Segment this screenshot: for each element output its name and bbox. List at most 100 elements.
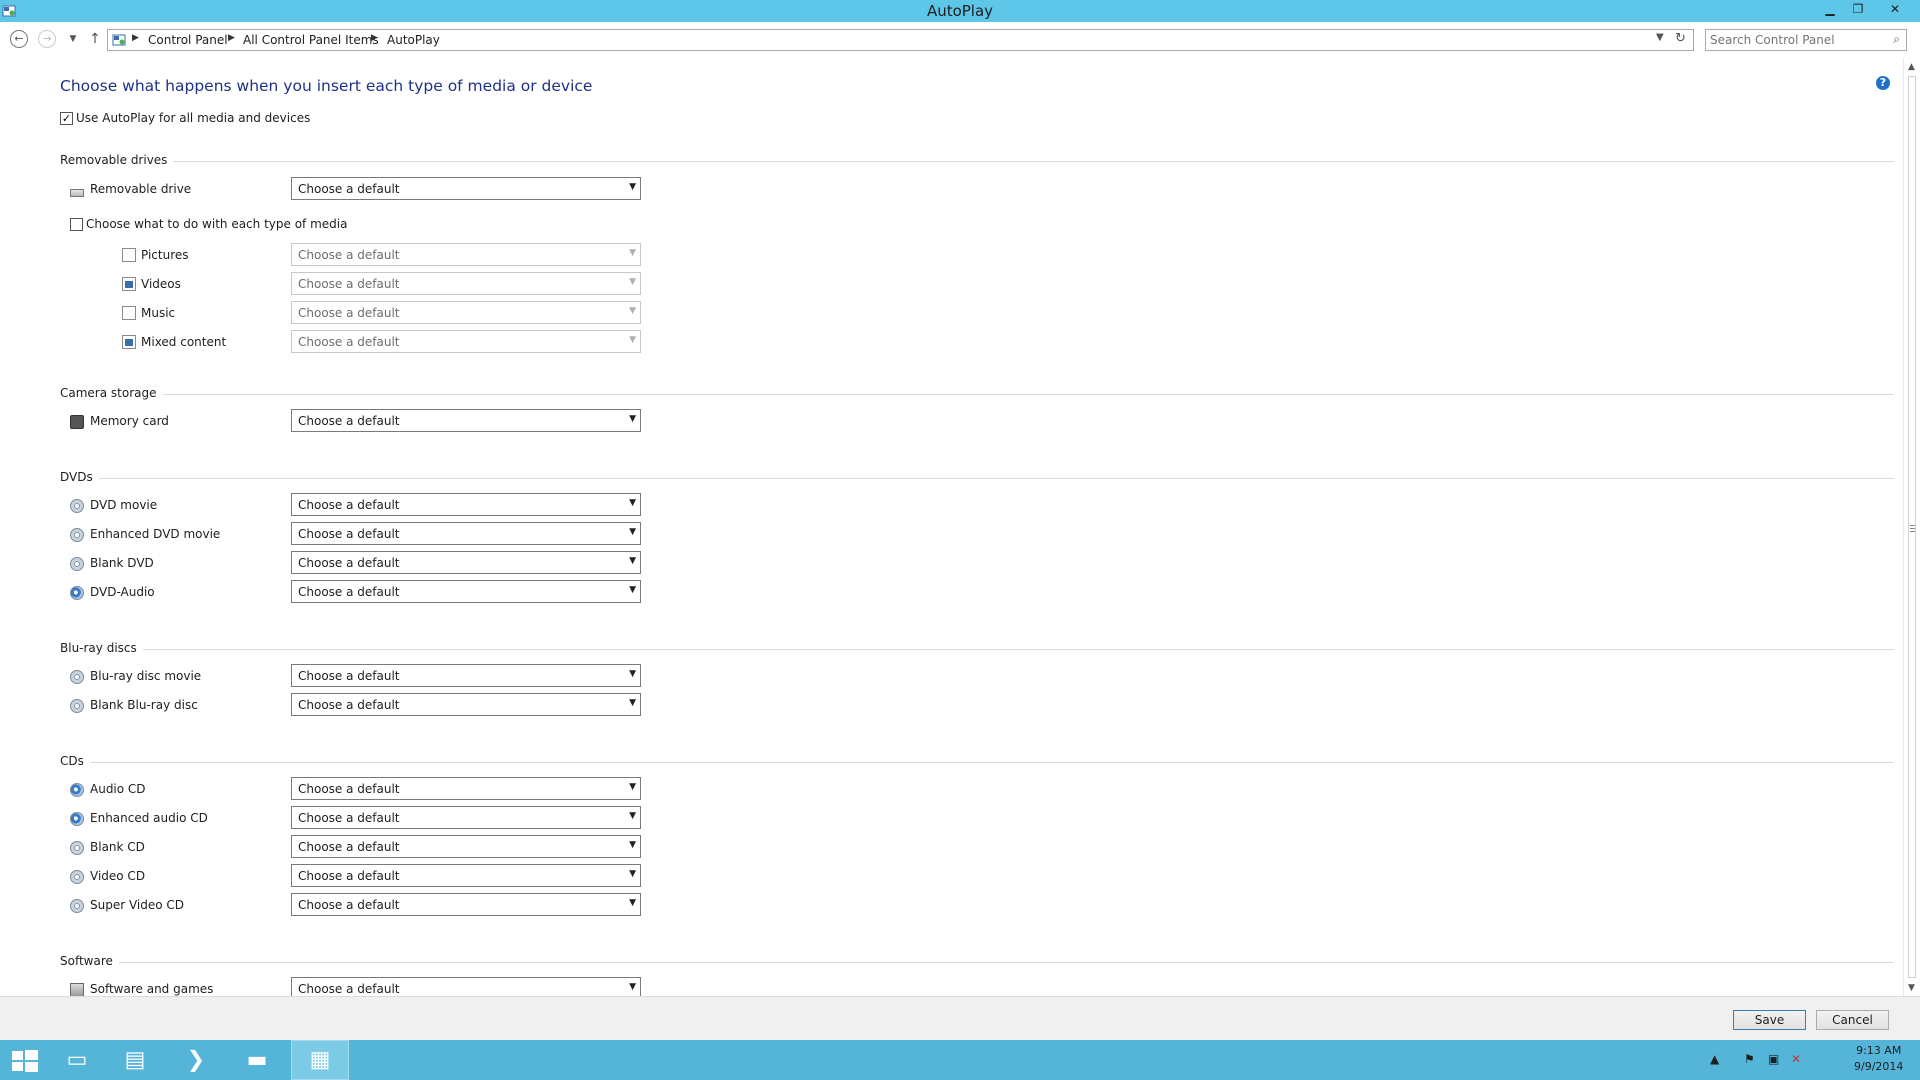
section-divider [60,394,1894,395]
windows-logo-icon [12,1050,38,1072]
bluray-movie-select[interactable]: Choose a default ▼ [291,664,641,687]
scroll-up-arrow-icon[interactable]: ▲ [1908,62,1915,72]
minimize-button[interactable]: ▁ [1817,0,1843,18]
section-divider [60,478,1894,479]
section-header-camera: Camera storage [60,386,163,400]
close-button[interactable]: ✕ [1880,0,1910,18]
section-divider [60,649,1894,650]
dvd-movie-select[interactable]: Choose a default ▼ [291,493,641,516]
videos-select[interactable]: Choose a default ▼ [291,272,641,295]
section-header-bluray: Blu-ray discs [60,641,143,655]
use-autoplay-label[interactable]: Use AutoPlay for all media and devices [76,111,310,125]
taskbar-server-manager[interactable]: ▤ [106,1040,164,1080]
restore-button[interactable]: ❐ [1845,0,1871,18]
section-header-removable: Removable drives [60,153,174,167]
chevron-down-icon: ▼ [629,248,636,258]
refresh-icon[interactable]: ↻ [1675,31,1686,46]
taskbar-task-view[interactable]: ▭ [48,1040,106,1080]
chevron-down-icon: ▼ [629,698,636,708]
taskbar-control-panel[interactable]: ▦ [291,1040,349,1080]
chevron-down-icon: ▼ [629,585,636,595]
blank-cd-select[interactable]: Choose a default ▼ [291,835,641,858]
dvd-movie-label: DVD movie [90,498,158,512]
music-label: Music [141,306,176,320]
pictures-label: Pictures [141,248,189,262]
taskbar-powershell[interactable]: ❯ [167,1040,225,1080]
memory-card-select[interactable]: Choose a default ▼ [291,409,641,432]
blank-bluray-select[interactable]: Choose a default ▼ [291,693,641,716]
pictures-select[interactable]: Choose a default ▼ [291,243,641,266]
chevron-down-icon: ▼ [629,811,636,821]
taskbar-file-explorer[interactable]: ▬ [228,1040,286,1080]
chevron-down-icon: ▼ [629,669,636,679]
cancel-button[interactable]: Cancel [1816,1010,1889,1030]
mixed-content-select[interactable]: Choose a default ▼ [291,330,641,353]
dvd-audio-label: DVD-Audio [90,585,155,599]
action-center-flag-icon[interactable]: ⚑ [1744,1052,1755,1066]
blank-dvd-label: Blank DVD [90,556,154,570]
video-cd-select[interactable]: Choose a default ▼ [291,864,641,887]
software-games-icon [70,983,84,996]
system-clock[interactable]: 9:13 AM 9/9/2014 [1854,1043,1903,1075]
address-bar[interactable]: ▶ Control Panel ▶ All Control Panel Item… [107,29,1694,51]
section-divider [60,762,1894,763]
super-video-cd-select[interactable]: Choose a default ▼ [291,893,641,916]
dialog-footer: Save Cancel [0,996,1920,1040]
recent-locations-chevron-icon[interactable]: ▼ [64,30,82,48]
breadcrumb-separator-icon[interactable]: ▶ [132,33,139,43]
enhanced-audio-cd-label: Enhanced audio CD [90,811,208,825]
music-note-icon [122,306,136,320]
windows-explorer-icon: ▭ [66,1047,88,1073]
section-divider [60,962,1894,963]
removable-drive-select[interactable]: Choose a default ▼ [291,177,641,200]
chevron-down-icon: ▼ [629,840,636,850]
taskbar: ▭ ▤ ❯ ▬ ▦ ▲ ⚑ ▣ ✕ 9:13 AM 9/9/2014 [0,1040,1920,1080]
chevron-down-icon: ▼ [629,782,636,792]
folder-icon: ▬ [246,1047,268,1073]
control-panel-icon [112,34,126,46]
save-button[interactable]: Save [1733,1010,1806,1030]
search-box[interactable]: ⌕ [1705,29,1907,51]
volume-muted-icon[interactable]: ✕ [1791,1052,1801,1066]
use-autoplay-checkbox[interactable]: ✓ [60,112,73,125]
dvd-audio-select[interactable]: Choose a default ▼ [291,580,641,603]
clock-time: 9:13 AM [1856,1044,1902,1057]
search-icon[interactable]: ⌕ [1893,32,1900,47]
blank-bluray-label: Blank Blu-ray disc [90,698,198,712]
up-arrow-icon[interactable]: ↑ [86,30,104,48]
forward-arrow-icon[interactable]: → [38,30,56,48]
scroll-down-arrow-icon[interactable]: ▼ [1908,983,1915,993]
scroll-thumb[interactable] [1908,76,1916,978]
chevron-down-icon: ▼ [629,869,636,879]
enhanced-dvd-movie-label: Enhanced DVD movie [90,527,221,541]
breadcrumb-control-panel[interactable]: Control Panel [148,33,228,47]
mixed-content-icon [122,335,136,349]
enhanced-dvd-movie-select[interactable]: Choose a default ▼ [291,522,641,545]
breadcrumb-separator-icon[interactable]: ▶ [371,33,378,43]
breadcrumb-separator-icon[interactable]: ▶ [228,33,235,43]
navigation-bar: ← → ▼ ↑ ▶ Control Panel ▶ All Control Pa… [0,26,1920,56]
memory-card-label: Memory card [90,414,169,428]
network-icon[interactable]: ▣ [1768,1052,1779,1066]
enhanced-audio-cd-select[interactable]: Choose a default ▼ [291,806,641,829]
vertical-scrollbar[interactable]: ▲ ▼ [1903,58,1920,996]
breadcrumb-all-items[interactable]: All Control Panel Items [243,33,379,47]
main-content: Choose what happens when you insert each… [0,58,1902,996]
blank-dvd-select[interactable]: Choose a default ▼ [291,551,641,574]
page-title: Choose what happens when you insert each… [60,77,593,95]
music-select[interactable]: Choose a default ▼ [291,301,641,324]
help-icon[interactable]: ? [1876,76,1890,90]
per-media-label[interactable]: Choose what to do with each type of medi… [86,217,347,231]
breadcrumb-autoplay[interactable]: AutoPlay [387,33,440,47]
blank-bluray-disc-icon [70,699,84,713]
software-games-select[interactable]: Choose a default ▼ [291,977,641,996]
search-input[interactable] [1710,32,1880,48]
address-dropdown-chevron-icon[interactable]: ▼ [1656,32,1664,43]
per-media-checkbox[interactable] [70,218,83,231]
enhanced-audio-cd-disc-icon [70,812,84,826]
notification-icon[interactable]: ▲ [1710,1052,1719,1066]
dvd-disc-icon [70,528,84,542]
back-arrow-icon[interactable]: ← [10,30,28,48]
audio-cd-select[interactable]: Choose a default ▼ [291,777,641,800]
mixed-content-label: Mixed content [141,335,227,349]
